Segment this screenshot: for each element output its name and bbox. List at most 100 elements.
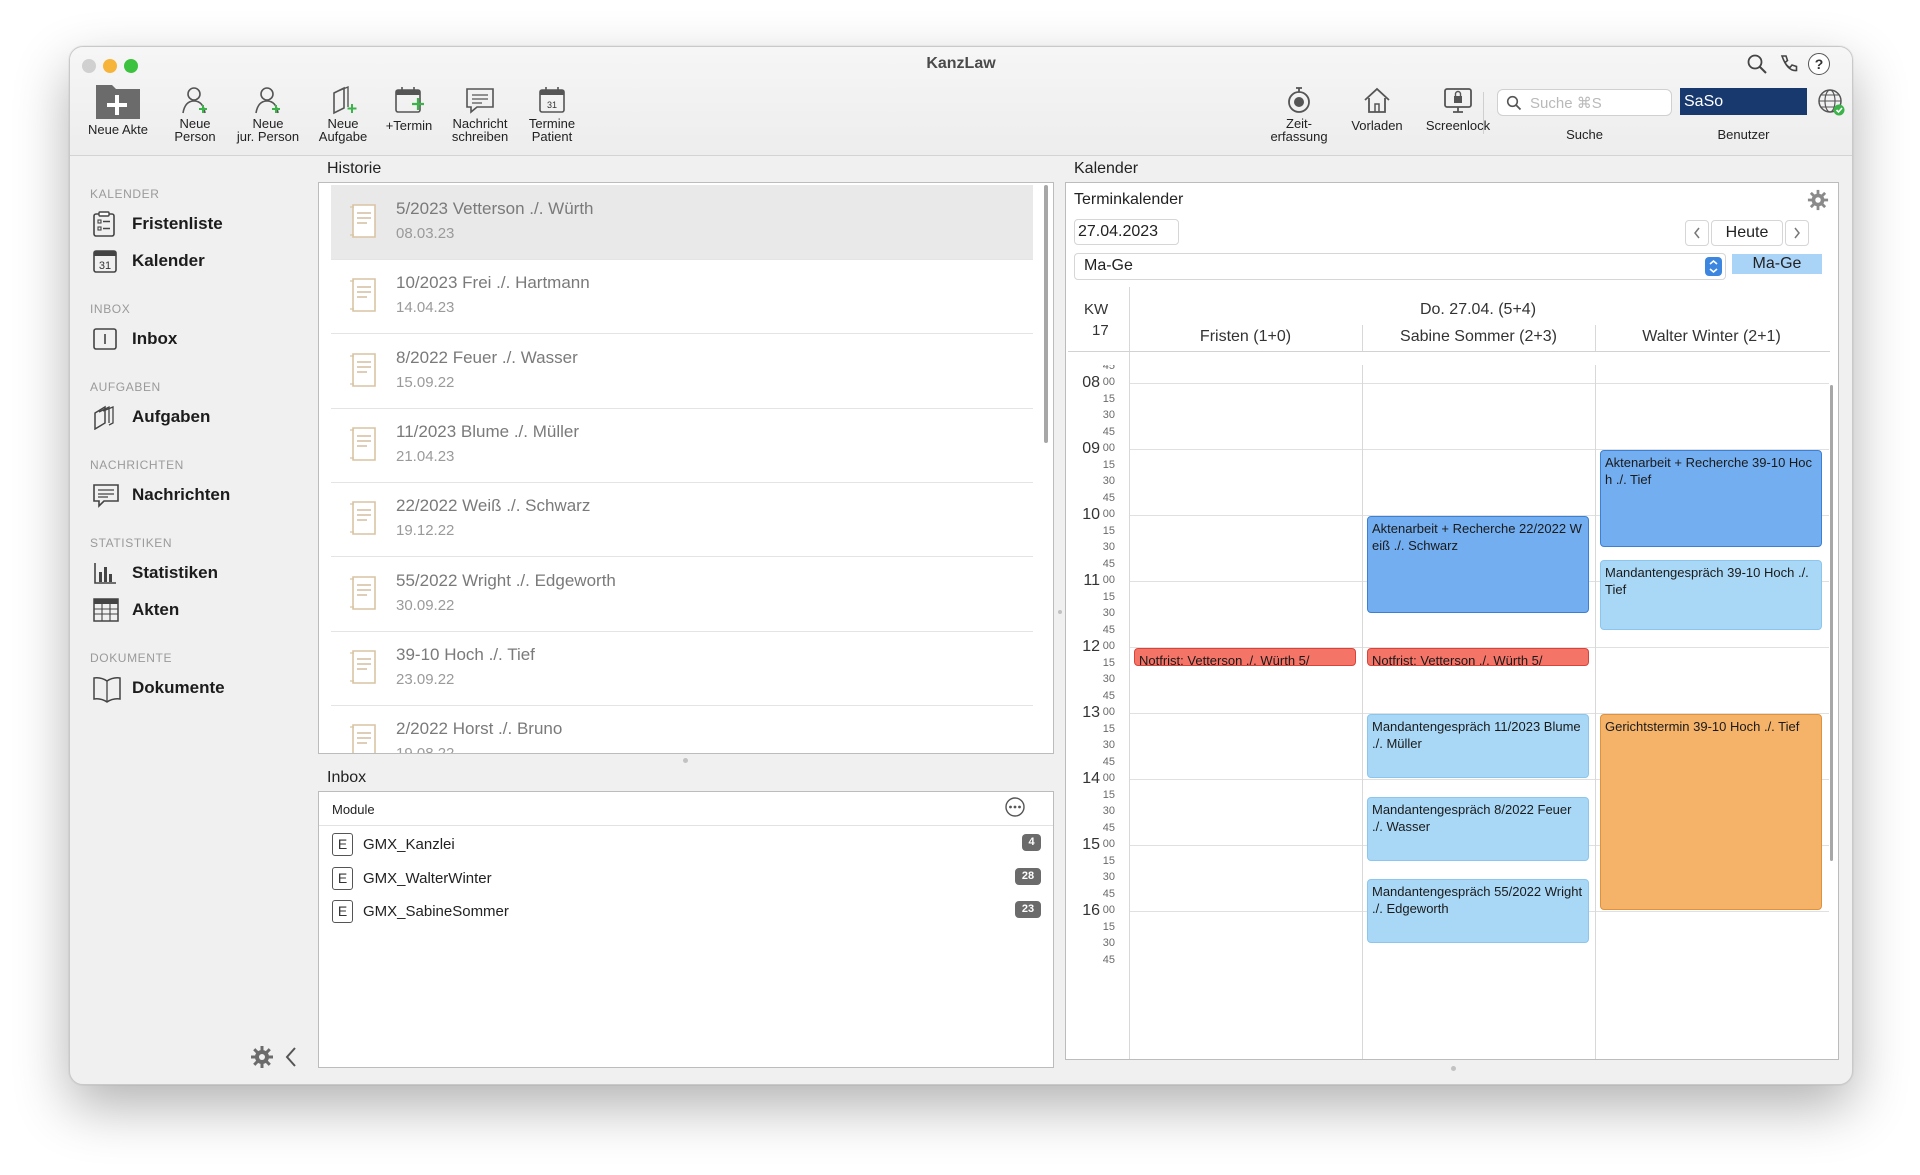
calendar-event-meeting[interactable]: Mandantengespräch 11/2023 Blume ./. Müll… bbox=[1367, 714, 1589, 778]
history-item[interactable]: 5/2023 Vetterson ./. Würth 08.03.23 bbox=[331, 185, 1033, 260]
search-icon[interactable] bbox=[1746, 53, 1768, 75]
sidebar-item-kalender[interactable]: 31 Kalender bbox=[92, 246, 292, 276]
document-icon bbox=[347, 350, 381, 395]
column-divider bbox=[1595, 365, 1596, 1059]
inbox-module[interactable]: E GMX_Kanzlei 4 bbox=[331, 830, 1051, 860]
sidebar-item-nachrichten[interactable]: Nachrichten bbox=[92, 480, 292, 510]
previous-day-button[interactable] bbox=[1685, 220, 1709, 246]
new-appointment-button[interactable]: +Termin bbox=[379, 85, 439, 132]
time-label-minute: 15 bbox=[1102, 788, 1115, 801]
column-header-divider bbox=[1362, 325, 1363, 351]
hour-gridline bbox=[1129, 383, 1829, 384]
calendar-scrollbar[interactable] bbox=[1830, 385, 1833, 861]
history-item[interactable]: 39-10 Hoch ./. Tief 23.09.22 bbox=[331, 631, 1033, 706]
phone-icon[interactable] bbox=[1777, 53, 1799, 75]
calendar-event-task[interactable]: Aktenarbeit + Recherche 39-10 Hoch ./. T… bbox=[1600, 450, 1822, 547]
next-day-button[interactable] bbox=[1785, 220, 1809, 246]
book-icon bbox=[93, 677, 121, 703]
search-box[interactable] bbox=[1497, 89, 1672, 116]
calendar-event-meeting[interactable]: Mandantengespräch 8/2022 Feuer ./. Wasse… bbox=[1367, 796, 1589, 861]
chevron-left-icon bbox=[1694, 227, 1700, 239]
history-item[interactable]: 11/2023 Blume ./. Müller 21.04.23 bbox=[331, 408, 1033, 483]
today-button[interactable]: Heute bbox=[1711, 220, 1783, 246]
module-header-divider bbox=[319, 825, 1053, 826]
new-file-button[interactable]: Neue Akte bbox=[78, 83, 158, 136]
add-person-icon bbox=[182, 87, 207, 114]
collapse-sidebar-icon[interactable] bbox=[283, 1046, 299, 1068]
time-tracking-button[interactable]: Zeit- erfassung bbox=[1263, 85, 1335, 143]
patient-appointments-button[interactable]: 31 Termine Patient bbox=[520, 85, 584, 143]
message-icon bbox=[466, 88, 494, 114]
sidebar-item-label: Dokumente bbox=[132, 678, 225, 697]
calendar-event-deadline[interactable]: Notfrist: Vetterson ./. Würth 5/ bbox=[1367, 648, 1589, 666]
time-label-minute: 15 bbox=[1102, 590, 1115, 603]
help-icon[interactable]: ? bbox=[1808, 53, 1830, 75]
calendar-event-court[interactable]: Gerichtstermin 39-10 Hoch ./. Tief bbox=[1600, 714, 1822, 910]
calendar-event-task[interactable]: Aktenarbeit + Recherche 22/2022 Weiß ./.… bbox=[1367, 516, 1589, 613]
add-legal-person-icon bbox=[255, 87, 280, 114]
calendar-event-deadline[interactable]: Notfrist: Vetterson ./. Würth 5/ bbox=[1134, 648, 1356, 666]
history-scrollbar[interactable] bbox=[1044, 185, 1048, 443]
calendar-filter-tag[interactable]: Ma-Ge bbox=[1732, 254, 1822, 274]
sidebar-item-statistiken[interactable]: Statistiken bbox=[92, 558, 292, 588]
history-item[interactable]: 8/2022 Feuer ./. Wasser 15.09.22 bbox=[331, 334, 1033, 409]
user-field[interactable]: SaSo bbox=[1680, 88, 1807, 115]
gear-icon[interactable] bbox=[250, 1045, 274, 1069]
mail-account-icon: E bbox=[332, 833, 353, 856]
time-label-minute: 15 bbox=[1102, 722, 1115, 735]
document-icon bbox=[347, 573, 381, 618]
svg-text:31: 31 bbox=[547, 100, 557, 110]
more-options-icon[interactable] bbox=[1004, 796, 1026, 818]
new-person-button[interactable]: Neue Person bbox=[165, 85, 225, 143]
history-item[interactable]: 10/2023 Frei ./. Hartmann 14.04.23 bbox=[331, 259, 1033, 335]
document-icon bbox=[347, 201, 381, 246]
inbox-module[interactable]: E GMX_SabineSommer 23 bbox=[331, 897, 1051, 927]
sidebar-item-label: Inbox bbox=[132, 329, 178, 348]
time-label-minute: 30 bbox=[1102, 409, 1115, 421]
clipboard-list-icon bbox=[93, 211, 115, 237]
document-icon bbox=[347, 275, 381, 320]
sidebar-item-aufgaben[interactable]: Aufgaben bbox=[92, 402, 292, 432]
time-label-minute: 30 bbox=[1102, 739, 1115, 751]
gear-icon[interactable] bbox=[1807, 189, 1829, 211]
history-item-date: 23.09.22 bbox=[396, 670, 455, 688]
splitter-handle[interactable] bbox=[1058, 610, 1062, 614]
splitter-handle[interactable] bbox=[683, 758, 688, 763]
time-label-minute: 45 bbox=[1102, 557, 1115, 570]
date-field[interactable]: 27.04.2023 bbox=[1074, 219, 1179, 245]
write-message-button[interactable]: Nachricht schreiben bbox=[446, 85, 514, 143]
sidebar-item-dokumente[interactable]: Dokumente bbox=[92, 673, 292, 703]
calendar-event-meeting[interactable]: Mandantengespräch 39-10 Hoch ./. Tief bbox=[1600, 560, 1822, 630]
search-label: Suche bbox=[1566, 127, 1603, 142]
time-label-minute: 45 bbox=[1102, 425, 1115, 438]
calendar-filter-value: Ma-Ge bbox=[1084, 257, 1133, 274]
screenlock-button[interactable]: Screenlock bbox=[1417, 85, 1499, 132]
document-icon bbox=[347, 721, 381, 753]
document-icon bbox=[347, 498, 381, 543]
new-legal-person-button[interactable]: Neue jur. Person bbox=[232, 85, 304, 143]
calendar-icon-day: 31 bbox=[99, 260, 111, 272]
splitter-handle[interactable] bbox=[1451, 1066, 1456, 1071]
calendar-event-meeting[interactable]: Mandantengespräch 55/2022 Wright ./. Edg… bbox=[1367, 879, 1589, 943]
calendar-panel: Terminkalender 27.04.2023 Heute Ma-Ge Ma… bbox=[1065, 182, 1839, 1060]
document-icon bbox=[347, 647, 381, 692]
user-label: Benutzer bbox=[1717, 127, 1770, 142]
history-item[interactable]: 55/2022 Wright ./. Edgeworth 30.09.22 bbox=[331, 557, 1033, 632]
calendar-filter-select[interactable]: Ma-Ge bbox=[1074, 253, 1726, 280]
column-header-divider bbox=[1595, 325, 1596, 351]
inbox-module[interactable]: E GMX_WalterWinter 28 bbox=[331, 864, 1051, 894]
search-input[interactable] bbox=[1528, 93, 1667, 113]
day-header: Do. 27.04. (5+4) bbox=[1419, 301, 1537, 318]
globe-icon[interactable] bbox=[1816, 87, 1846, 117]
history-item-date: 30.09.22 bbox=[396, 596, 455, 614]
sidebar-item-akten[interactable]: Akten bbox=[92, 595, 292, 625]
stopwatch-icon bbox=[1288, 87, 1310, 113]
history-item[interactable]: 2/2022 Horst ./. Bruno 19.08.22 bbox=[331, 705, 1033, 753]
new-task-button[interactable]: Neue Aufgabe bbox=[311, 85, 375, 143]
sidebar-item-inbox[interactable]: Inbox bbox=[92, 324, 292, 354]
sidebar-item-fristenliste[interactable]: Fristenliste bbox=[92, 209, 292, 239]
history-item[interactable]: 22/2022 Weiß ./. Schwarz 19.12.22 bbox=[331, 482, 1033, 558]
templates-button[interactable]: Vorladen bbox=[1344, 85, 1410, 132]
time-label-minute: 00 bbox=[1102, 376, 1115, 388]
unread-count-badge: 23 bbox=[1015, 901, 1041, 918]
